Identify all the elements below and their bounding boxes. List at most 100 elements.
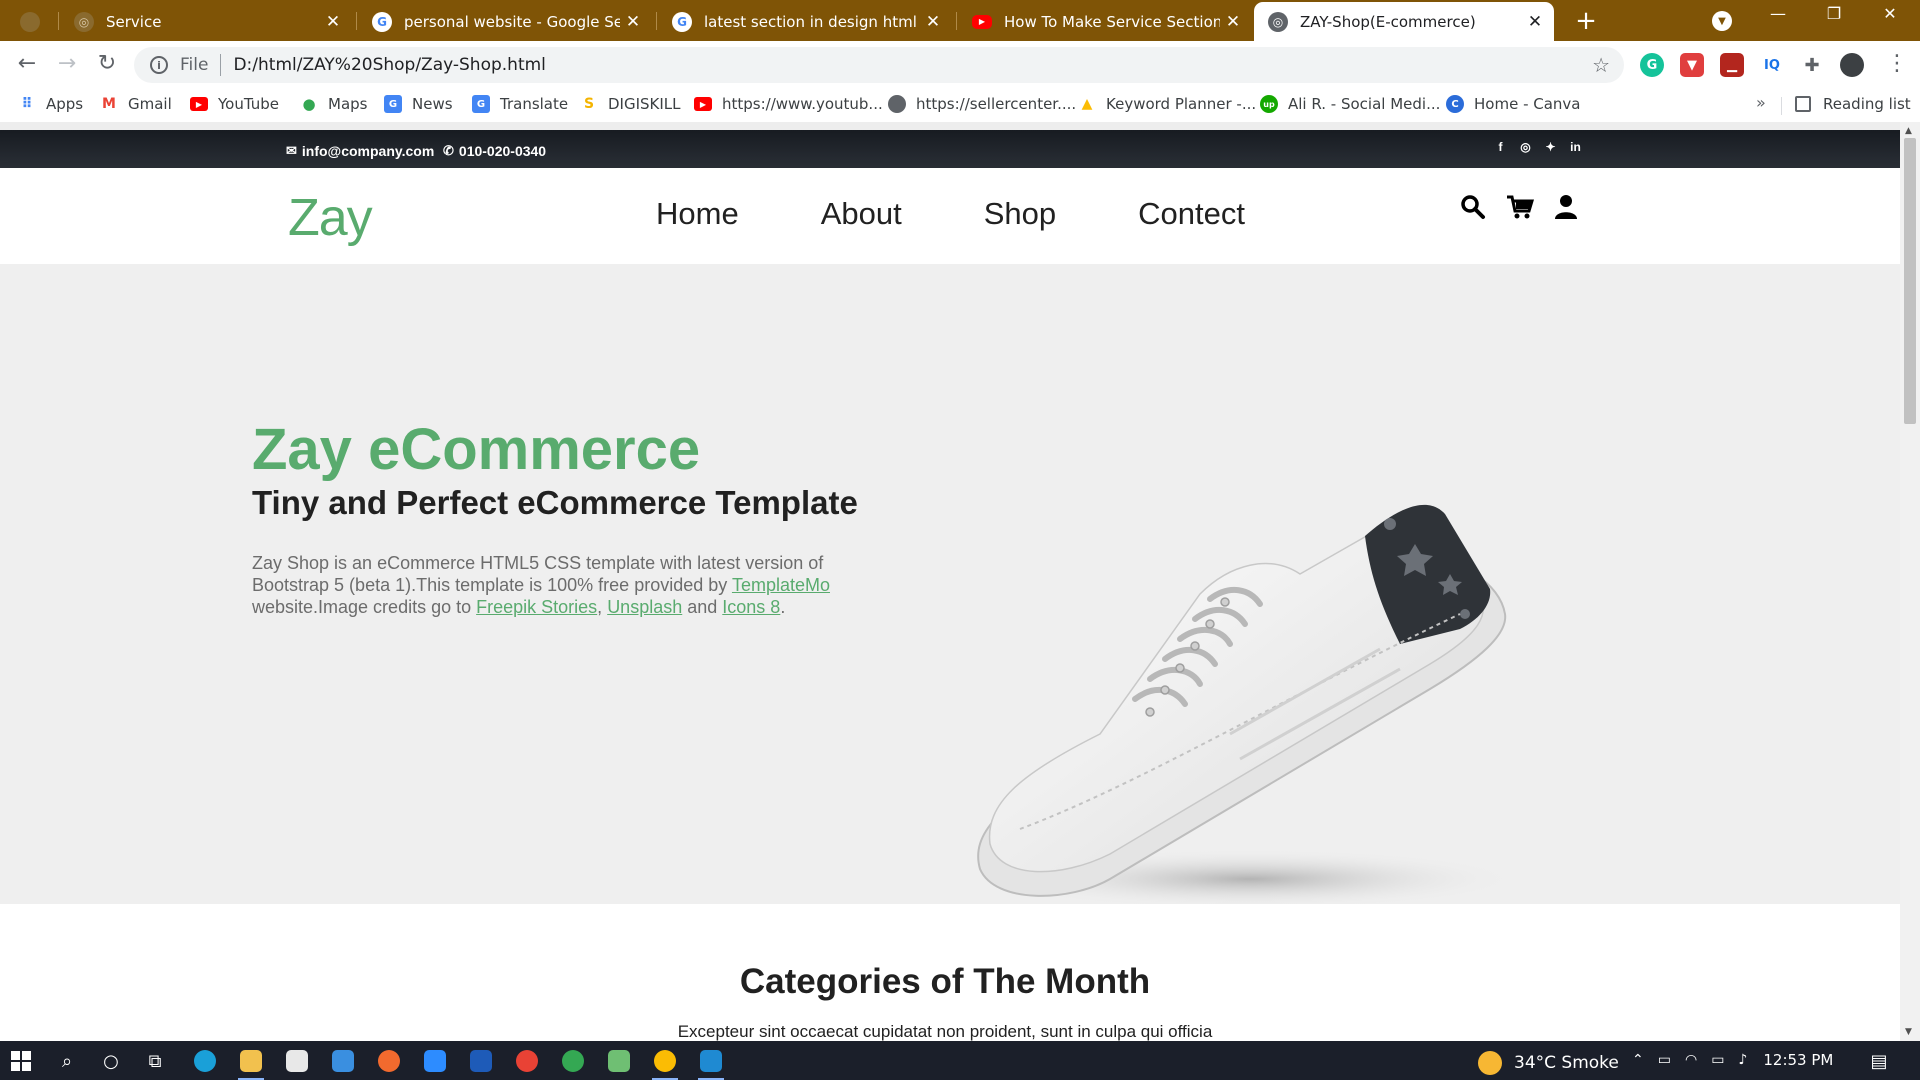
profile-avatar[interactable] — [1840, 53, 1864, 77]
info-icon[interactable]: i — [150, 56, 168, 74]
cortana-icon[interactable]: ○ — [96, 1047, 126, 1075]
address-url[interactable]: D:/html/ZAY%20Shop/Zay-Shop.html — [233, 55, 545, 75]
reload-icon[interactable]: ↻ — [92, 49, 122, 79]
reading-list-button[interactable]: Reading list — [1795, 95, 1911, 113]
globe-icon: ◎ — [1268, 11, 1288, 32]
weather-text: 34°C Smoke — [1514, 1053, 1619, 1073]
zoom-icon[interactable] — [420, 1047, 450, 1075]
back-icon[interactable]: ← — [12, 49, 42, 79]
bookmark-gmail[interactable]: M Gmail — [100, 95, 172, 113]
device-icon[interactable]: ▭ — [1658, 1052, 1671, 1068]
close-icon[interactable]: ✕ — [320, 12, 346, 32]
calendar-app-icon[interactable] — [466, 1047, 496, 1075]
nav-icons — [1460, 194, 1598, 227]
cart-icon[interactable] — [1506, 194, 1535, 227]
close-icon[interactable]: ✕ — [1220, 12, 1246, 32]
weather-widget[interactable]: 34°C Smoke — [1478, 1051, 1619, 1075]
bookmark-sellercenter[interactable]: https://sellercenter.... — [888, 95, 1076, 113]
task-view-icon[interactable]: ⧉ — [140, 1047, 170, 1075]
chrome-app-icon[interactable] — [512, 1047, 542, 1075]
restore-button[interactable]: ❐ — [1814, 4, 1854, 23]
hero-text-part: and — [682, 597, 723, 617]
browser-menu-icon[interactable]: ⋮ — [1886, 51, 1908, 76]
minimize-button[interactable]: — — [1758, 4, 1798, 23]
bookmark-youtube-link[interactable]: ▶ https://www.youtub... — [694, 95, 883, 113]
bookmark-ali-r[interactable]: up Ali R. - Social Medi... — [1260, 95, 1440, 113]
linkedin-icon[interactable]: in — [1563, 140, 1588, 154]
facebook-icon[interactable]: f — [1488, 140, 1513, 154]
close-icon[interactable]: ✕ — [620, 12, 646, 32]
tab-service[interactable]: ◎ Service ✕ — [60, 2, 352, 41]
wifi-icon[interactable]: ◠ — [1685, 1052, 1697, 1068]
grammarly-icon[interactable]: G — [1640, 53, 1664, 77]
twitter-icon[interactable]: ✦ — [1538, 140, 1563, 154]
nav-shop[interactable]: Shop — [984, 196, 1056, 232]
bookmark-apps[interactable]: ⠿ Apps — [18, 95, 84, 113]
firefox-icon[interactable] — [374, 1047, 404, 1075]
download-app-icon[interactable] — [604, 1047, 634, 1075]
tab-latest-section[interactable]: G latest section in design html css ✕ — [658, 2, 952, 41]
chevron-up-icon[interactable]: ⌃ — [1632, 1052, 1644, 1068]
scroll-down-icon[interactable]: ▼ — [1905, 1027, 1912, 1037]
bookmark-keyword-planner[interactable]: ▲ Keyword Planner -... — [1078, 95, 1257, 113]
topbar-phone[interactable]: ✆ 010-020-0340 — [443, 143, 546, 159]
bookmarks-divider — [1781, 97, 1782, 115]
maps-pin-icon: ● — [302, 95, 316, 113]
nav-home[interactable]: Home — [656, 196, 739, 232]
extension-shield-icon[interactable]: ▼ — [1680, 53, 1704, 77]
site-logo[interactable]: Zay — [288, 188, 373, 248]
tab-title: How To Make Service Section For — [1004, 12, 1220, 31]
link-unsplash[interactable]: Unsplash — [607, 597, 682, 617]
bookmark-canva[interactable]: C Home - Canva — [1446, 95, 1581, 113]
hero-title: Zay eCommerce — [252, 416, 700, 483]
translate-icon: G — [472, 95, 490, 113]
user-icon[interactable] — [1554, 194, 1578, 227]
close-icon[interactable]: ✕ — [1522, 12, 1548, 32]
link-freepik-stories[interactable]: Freepik Stories — [476, 597, 597, 617]
bookmark-translate[interactable]: G Translate — [472, 95, 568, 113]
chrome-profile-icon[interactable] — [558, 1047, 588, 1075]
file-explorer-icon[interactable] — [236, 1047, 266, 1080]
reading-list-icon — [1795, 96, 1811, 112]
notification-icon[interactable]: ▤ — [1864, 1047, 1894, 1075]
windows-start-icon[interactable] — [6, 1047, 36, 1075]
extensions-puzzle-icon[interactable]: ✚ — [1800, 53, 1824, 77]
new-tab-button[interactable]: + — [1570, 6, 1602, 36]
link-icons8[interactable]: Icons 8 — [722, 597, 780, 617]
bookmark-news[interactable]: G News — [384, 95, 453, 113]
topbar-email[interactable]: ✉ info@company.com — [286, 143, 434, 159]
forward-icon[interactable]: → — [52, 49, 82, 79]
instagram-icon[interactable]: ◎ — [1513, 140, 1538, 154]
address-bar[interactable]: i File D:/html/ZAY%20Shop/Zay-Shop.html … — [134, 47, 1624, 83]
mail-icon[interactable] — [328, 1047, 358, 1075]
bookmarks-overflow-icon[interactable]: » — [1756, 93, 1766, 112]
edge-icon[interactable] — [190, 1047, 220, 1075]
search-icon[interactable] — [1460, 194, 1486, 227]
link-templatemo[interactable]: TemplateMo — [732, 575, 830, 595]
volume-icon[interactable]: ♪ — [1738, 1052, 1747, 1068]
close-window-button[interactable]: ✕ — [1870, 4, 1910, 23]
search-icon[interactable]: ⌕ — [52, 1047, 82, 1075]
tab-search-icon[interactable]: ▼ — [1712, 11, 1732, 31]
nav-about[interactable]: About — [821, 196, 902, 232]
iq-extension-icon[interactable]: IQ — [1760, 53, 1784, 77]
bookmark-maps[interactable]: ● Maps — [300, 95, 367, 113]
bookmark-youtube[interactable]: ▶ YouTube — [190, 95, 279, 113]
page-scrollbar[interactable]: ▲ ▼ — [1900, 122, 1920, 1041]
scroll-up-icon[interactable]: ▲ — [1905, 126, 1912, 136]
tab-zay-shop[interactable]: ◎ ZAY-Shop(E-commerce) ✕ — [1254, 2, 1554, 41]
close-icon[interactable]: ✕ — [920, 12, 946, 32]
bookmark-digiskill[interactable]: S DIGISKILL — [580, 95, 681, 113]
scrollbar-thumb[interactable] — [1904, 138, 1916, 424]
bookmark-star-icon[interactable]: ☆ — [1592, 53, 1610, 77]
extension-chart-icon[interactable]: ▁ — [1720, 53, 1744, 77]
vscode-icon[interactable] — [696, 1047, 726, 1080]
store-icon[interactable] — [282, 1047, 312, 1075]
tab-service-section-video[interactable]: ▶ How To Make Service Section For ✕ — [958, 2, 1252, 41]
clock-time[interactable]: 12:53 PM — [1763, 1051, 1833, 1069]
chrome-active-icon[interactable] — [650, 1047, 680, 1080]
hero-title-bold: Zay — [252, 417, 352, 482]
nav-contact[interactable]: Contect — [1138, 196, 1245, 232]
battery-icon[interactable]: ▭ — [1711, 1052, 1724, 1068]
tab-personal-website[interactable]: G personal website - Google Search ✕ — [358, 2, 652, 41]
